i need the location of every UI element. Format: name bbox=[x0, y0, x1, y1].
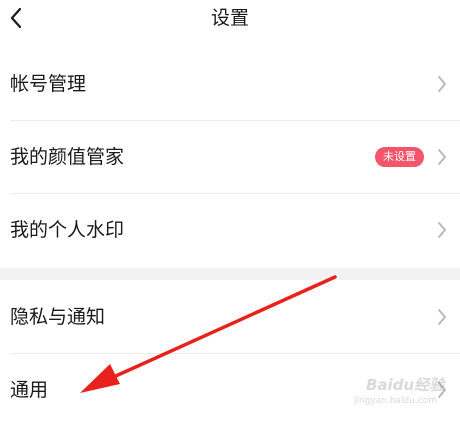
header-bar: 设置 bbox=[0, 0, 460, 40]
page-title: 设置 bbox=[210, 7, 249, 29]
section-separator bbox=[0, 268, 460, 280]
settings-screen: 设置 帐号管理 我的颜值管家 未设置 我的个人水印 隐私与通知 通用 Baidu… bbox=[0, 0, 460, 426]
settings-group-account: 帐号管理 我的颜值管家 未设置 我的个人水印 bbox=[0, 47, 460, 266]
chevron-right-icon bbox=[438, 308, 446, 325]
row-label: 隐私与通知 bbox=[10, 305, 106, 328]
settings-row-account-management[interactable]: 帐号管理 bbox=[0, 47, 460, 120]
chevron-right-icon bbox=[438, 148, 446, 165]
not-set-badge: 未设置 bbox=[375, 146, 424, 167]
settings-row-beauty-manager[interactable]: 我的颜值管家 未设置 bbox=[0, 120, 460, 193]
chevron-right-icon bbox=[438, 221, 446, 238]
settings-group-general: 隐私与通知 通用 bbox=[0, 280, 460, 426]
chevron-right-icon bbox=[438, 75, 446, 92]
settings-row-personal-watermark[interactable]: 我的个人水印 bbox=[0, 193, 460, 266]
chevron-right-icon bbox=[438, 381, 446, 398]
row-label: 通用 bbox=[10, 378, 49, 401]
settings-row-privacy-notifications[interactable]: 隐私与通知 bbox=[0, 280, 460, 353]
row-label: 我的个人水印 bbox=[10, 218, 125, 241]
settings-row-general[interactable]: 通用 bbox=[0, 353, 460, 426]
row-label: 帐号管理 bbox=[10, 72, 87, 95]
row-label: 我的颜值管家 bbox=[10, 145, 125, 168]
